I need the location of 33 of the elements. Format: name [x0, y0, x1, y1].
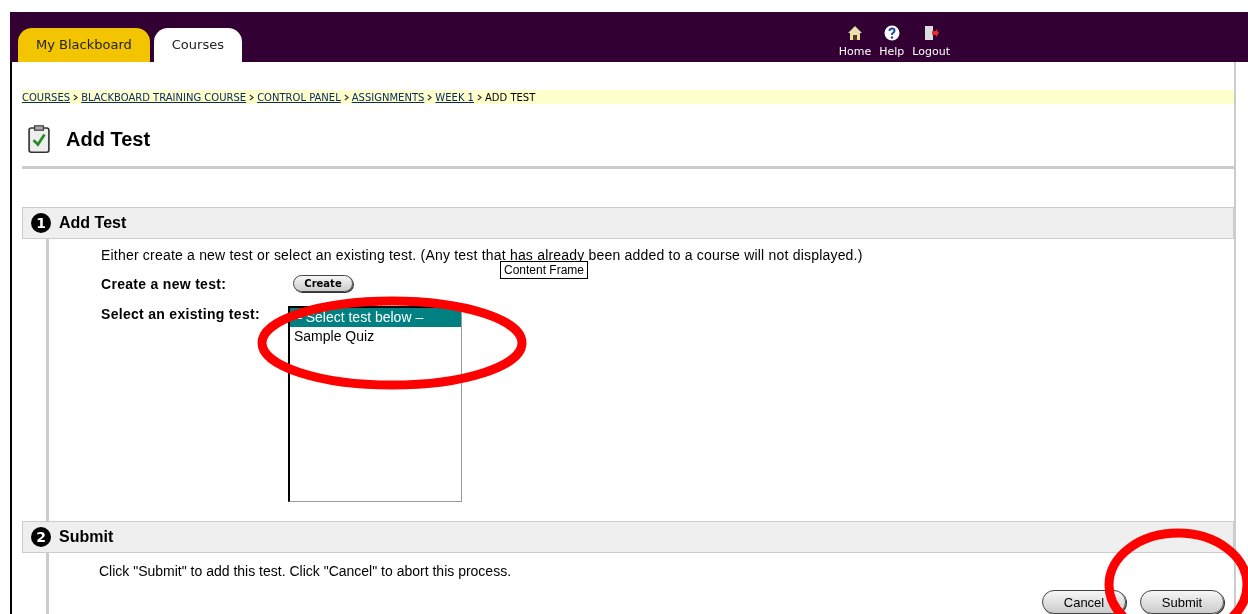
breadcrumb-link[interactable]: ASSIGNMENTS — [351, 91, 425, 103]
home-icon[interactable] — [847, 25, 863, 41]
step-number: 2 — [31, 527, 51, 547]
breadcrumb-link[interactable]: COURSES — [22, 91, 71, 103]
nav-tab[interactable]: Courses — [153, 28, 242, 62]
breadcrumb-link[interactable]: CONTROL PANEL — [257, 91, 341, 103]
instruction-text: Click "Submit" to add this test. Click "Cancel" to abort this process. — [99, 563, 513, 579]
door-icon[interactable] — [923, 25, 940, 41]
field-label: Select an existing test: — [101, 306, 261, 322]
submit-button[interactable]: Submit — [1140, 590, 1224, 614]
step-number: 1 — [31, 213, 51, 233]
instruction-text: Either create a new test or select an existing test. (Any test that has already been added to a course will not displayed.) — [101, 247, 864, 263]
separator-icon — [343, 93, 349, 101]
page-title: Add Test — [66, 127, 151, 151]
header-link[interactable]: Home — [838, 45, 872, 58]
separator-icon — [477, 93, 482, 101]
header-link[interactable]: Logout — [912, 45, 950, 58]
nav-tab[interactable]: My Blackboard — [18, 28, 150, 62]
create-button[interactable]: Create — [293, 275, 353, 292]
separator-icon — [249, 93, 255, 101]
tooltip: Content Frame — [500, 261, 589, 279]
list-option[interactable]: Sample Quiz — [290, 327, 461, 346]
header-link[interactable]: Help — [879, 45, 905, 58]
breadcrumb-link[interactable]: BLACKBOARD TRAINING COURSE — [81, 91, 247, 103]
field-label: Create a new test: — [101, 275, 228, 292]
section-title: Add Test — [59, 214, 127, 232]
breadcrumb-current: ADD TEST — [485, 91, 536, 103]
help-icon[interactable] — [883, 25, 900, 41]
clipboard-icon — [28, 124, 50, 154]
section-title: Submit — [59, 528, 114, 546]
separator-icon — [427, 93, 433, 101]
separator-icon — [73, 93, 79, 101]
breadcrumb-link[interactable]: WEEK 1 — [435, 91, 474, 103]
